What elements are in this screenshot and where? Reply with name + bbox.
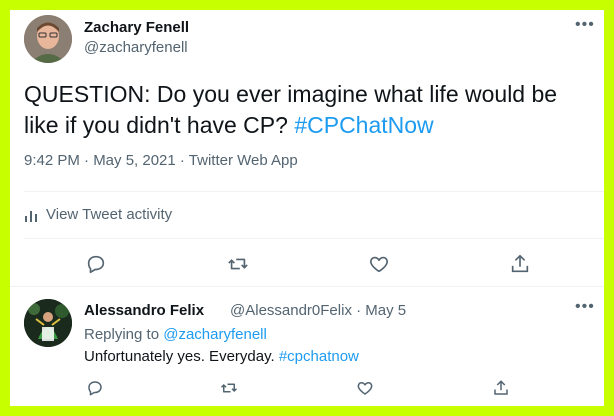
replying-to-handle[interactable]: @zacharyfenell bbox=[163, 326, 267, 343]
avatar[interactable] bbox=[24, 15, 72, 63]
reply-avatar[interactable] bbox=[24, 299, 72, 347]
reply-retweet-button[interactable] bbox=[220, 379, 238, 402]
like-icon bbox=[370, 256, 388, 273]
share-icon bbox=[511, 254, 529, 273]
view-tweet-activity-link[interactable]: View Tweet activity bbox=[24, 206, 172, 223]
author-handle[interactable]: @zacharyfenell bbox=[84, 39, 188, 56]
share-button[interactable] bbox=[509, 253, 531, 280]
replying-to: Replying to @zacharyfenell bbox=[84, 326, 267, 343]
reply-button[interactable] bbox=[85, 253, 107, 280]
reply-hashtag-link[interactable]: #cpchatnow bbox=[279, 348, 359, 365]
bar-chart-icon bbox=[25, 210, 37, 222]
divider bbox=[10, 286, 604, 287]
divider bbox=[24, 191, 604, 192]
reply-avatar-image bbox=[24, 299, 72, 347]
like-icon bbox=[357, 382, 373, 395]
reply-text: Unfortunately yes. Everyday. #cpchatnow bbox=[84, 348, 359, 365]
tweet-timestamp[interactable]: 9:42 PM · May 5, 2021 · Twitter Web App bbox=[24, 152, 298, 169]
like-button[interactable] bbox=[368, 253, 390, 280]
reply-text-body: Unfortunately yes. Everyday. bbox=[84, 348, 275, 365]
tweet-frame: Zachary Fenell @zacharyfenell ••• QUESTI… bbox=[10, 10, 604, 406]
share-icon bbox=[494, 380, 508, 395]
reply-icon bbox=[88, 381, 102, 396]
activity-label: View Tweet activity bbox=[46, 206, 173, 223]
tweet-text-body: QUESTION: Do you ever imagine what life … bbox=[24, 81, 558, 138]
reply-reply-button[interactable] bbox=[86, 379, 104, 402]
reply-share-button[interactable] bbox=[492, 379, 510, 402]
reply-more-icon[interactable]: ••• bbox=[575, 299, 595, 315]
retweet-button[interactable] bbox=[227, 253, 249, 280]
reply-author-handle[interactable]: @Alessandr0Felix · May 5 bbox=[230, 302, 406, 319]
more-icon[interactable]: ••• bbox=[575, 17, 595, 33]
retweet-icon bbox=[220, 383, 238, 393]
replying-to-label: Replying to bbox=[84, 326, 160, 343]
avatar-image bbox=[24, 15, 72, 63]
author-name[interactable]: Zachary Fenell bbox=[84, 19, 189, 36]
divider bbox=[24, 238, 604, 239]
retweet-icon bbox=[228, 258, 248, 270]
hashtag-link[interactable]: #CPChatNow bbox=[294, 112, 433, 138]
reply-author-name[interactable]: Alessandro Felix bbox=[84, 302, 204, 319]
reply-icon bbox=[87, 255, 105, 274]
reply-like-button[interactable] bbox=[356, 379, 374, 402]
tweet-text: QUESTION: Do you ever imagine what life … bbox=[24, 79, 594, 141]
